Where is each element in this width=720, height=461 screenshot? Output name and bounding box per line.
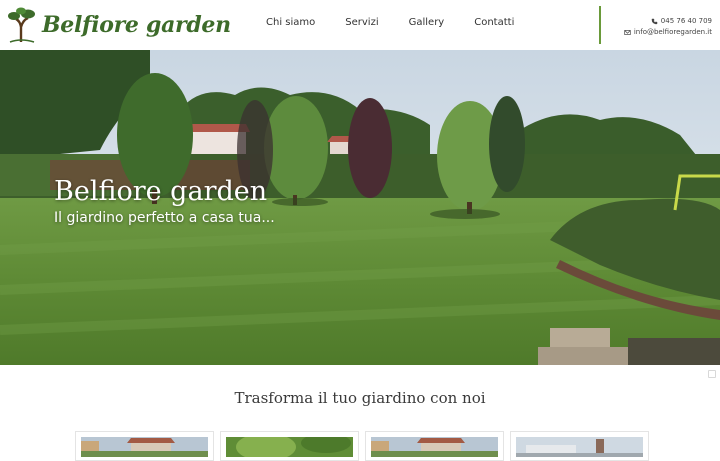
scroll-icon[interactable] [708, 370, 716, 378]
brand-name: Belfiore garden [42, 12, 231, 38]
hero-garden-image [0, 50, 720, 365]
service-card-image [81, 437, 208, 457]
phone-icon [651, 18, 658, 25]
service-card[interactable] [75, 431, 214, 461]
header-divider [599, 6, 601, 44]
hero-subtitle: Il giardino perfetto a casa tua... [54, 210, 275, 226]
nav-item-gallery[interactable]: Gallery [409, 17, 445, 28]
service-card-image [516, 437, 643, 457]
email-row[interactable]: info@belfioregarden.it [624, 27, 712, 38]
phone-number: 045 76 40 709 [660, 17, 712, 25]
service-card[interactable] [220, 431, 359, 461]
mail-icon [624, 30, 631, 35]
email-address: info@belfioregarden.it [633, 28, 712, 36]
main-nav: Chi siamo Servizi Gallery Contatti [266, 17, 544, 28]
logo[interactable]: Belfiore garden [6, 6, 231, 44]
service-card-image [226, 437, 353, 457]
nav-item-contatti[interactable]: Contatti [474, 17, 514, 28]
tree-logo-icon [8, 7, 35, 43]
service-card[interactable] [510, 431, 649, 461]
phone-row[interactable]: 045 76 40 709 [624, 16, 712, 27]
section-title: Trasforma il tuo giardino con noi [234, 389, 486, 407]
nav-item-servizi[interactable]: Servizi [345, 17, 378, 28]
hero-banner: Belfiore garden Il giardino perfetto a c… [0, 50, 720, 365]
site-header: Belfiore garden Chi siamo Servizi Galler… [0, 0, 720, 50]
nav-item-chi-siamo[interactable]: Chi siamo [266, 17, 315, 28]
hero-title: Belfiore garden [54, 176, 268, 207]
service-card-image [371, 437, 498, 457]
contact-info: 045 76 40 709 info@belfioregarden.it [624, 16, 712, 38]
services-cards [75, 431, 649, 461]
service-card[interactable] [365, 431, 504, 461]
